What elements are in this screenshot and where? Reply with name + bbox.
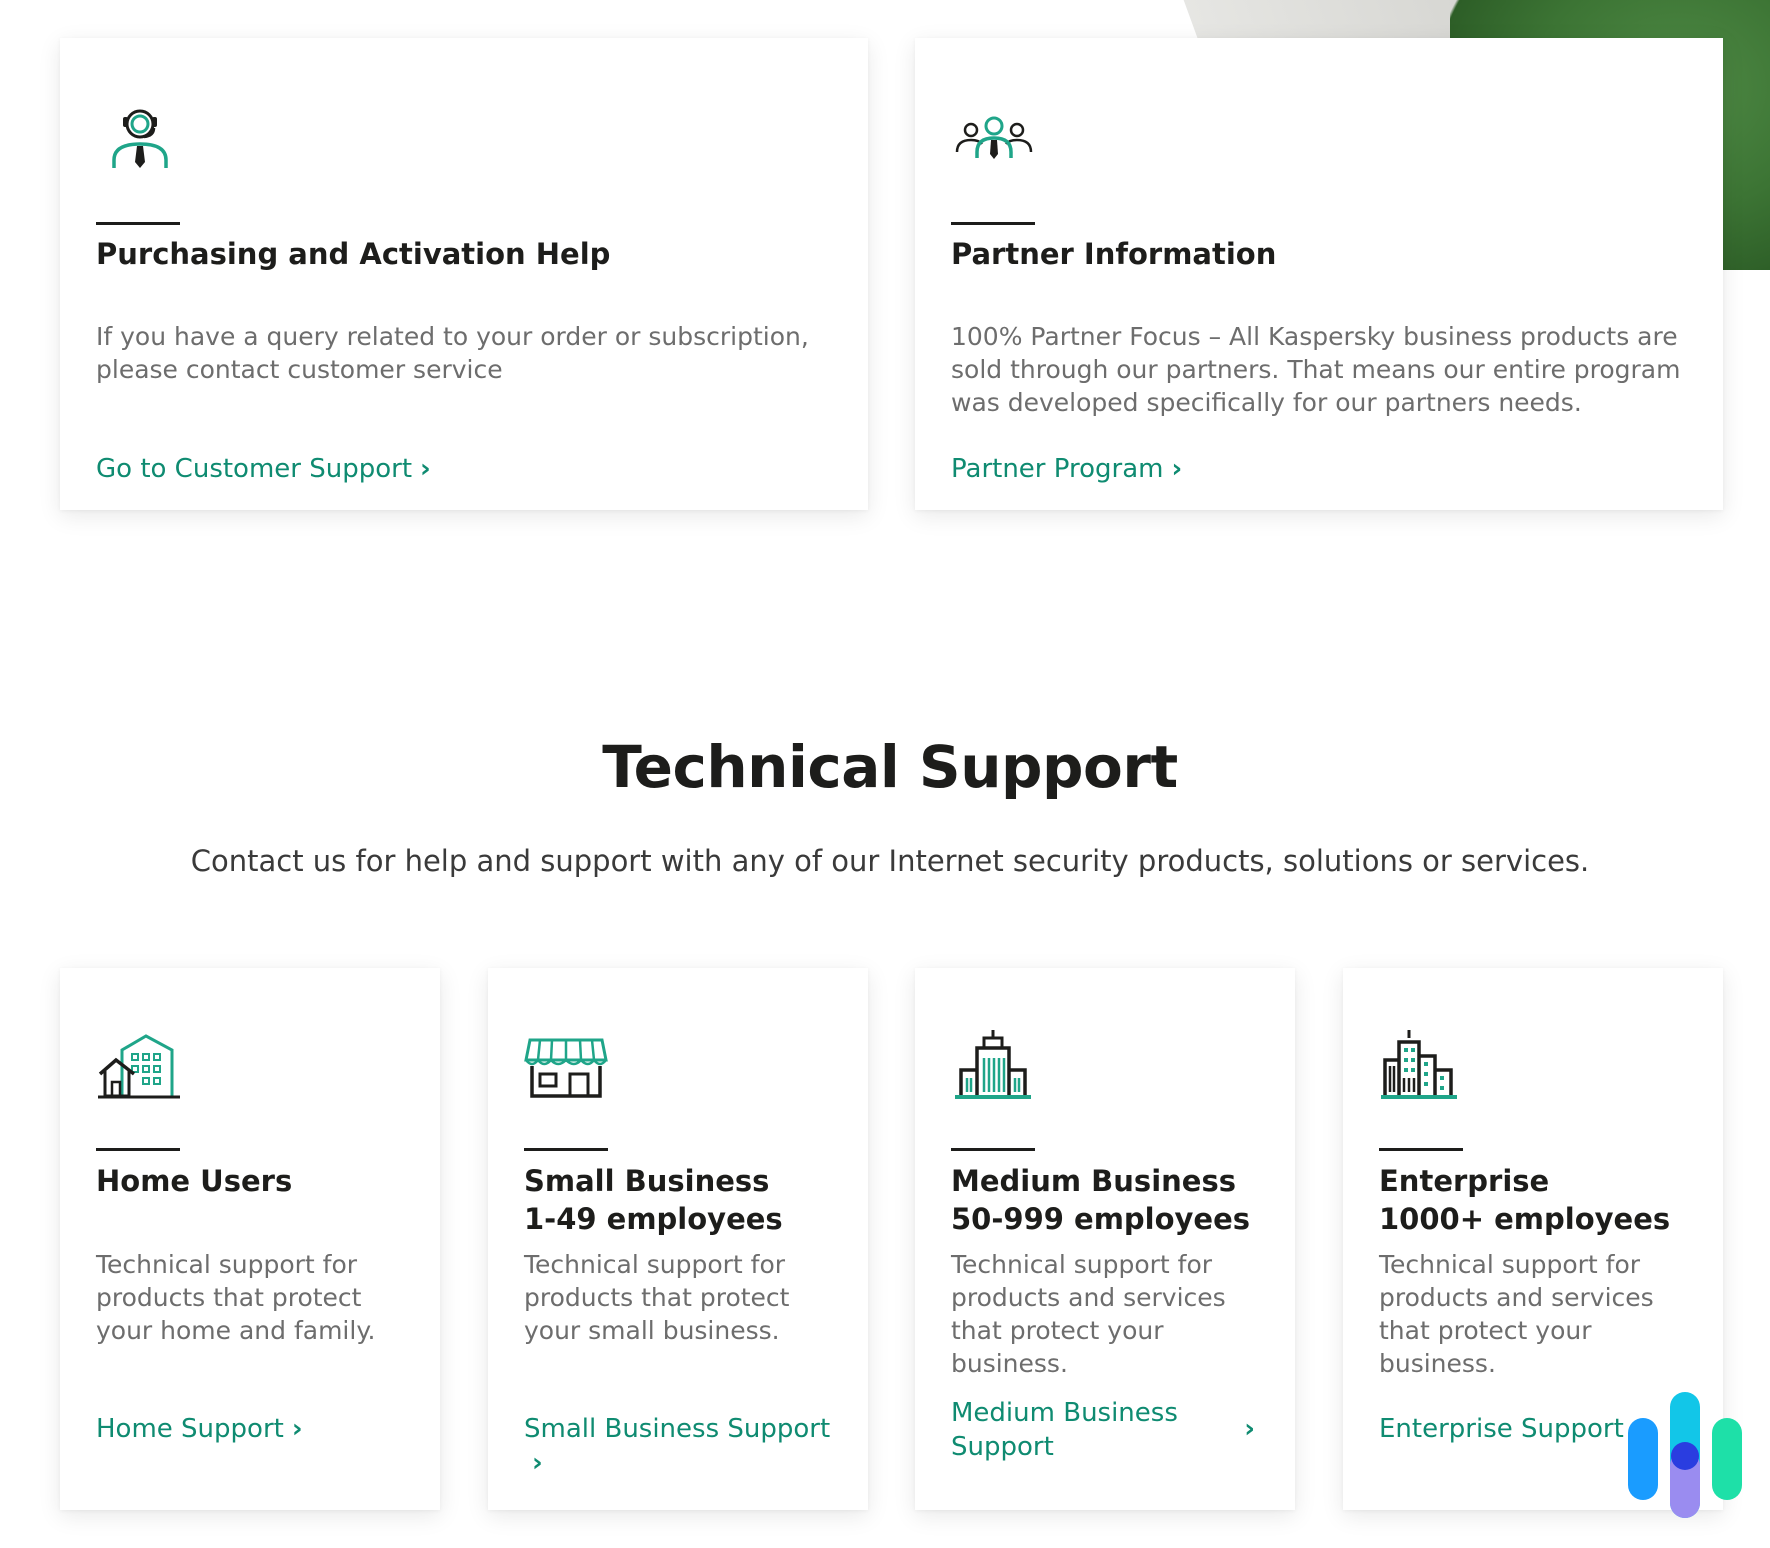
- card-divider: [96, 222, 180, 225]
- section-title: Technical Support: [602, 733, 1178, 801]
- office-tower-icon: [951, 1030, 1041, 1108]
- card-title: Medium Business 50-999 employees: [951, 1162, 1275, 1238]
- chevron-right-icon: ›: [1244, 1414, 1255, 1444]
- card-divider: [1379, 1148, 1463, 1151]
- home-support-link[interactable]: Home Support ›: [96, 1412, 410, 1446]
- section-subtitle: Contact us for help and support with any…: [190, 844, 1590, 878]
- card-title: Purchasing and Activation Help: [96, 237, 611, 271]
- card-title-line2: 1000+ employees: [1379, 1202, 1671, 1236]
- go-to-customer-support-link[interactable]: Go to Customer Support ›: [96, 451, 431, 487]
- storefront-icon: [524, 1030, 614, 1108]
- link-label: Home Support: [96, 1414, 284, 1444]
- support-agent-icon: [96, 104, 186, 188]
- link-label: Small Business Support: [524, 1414, 831, 1444]
- card-divider: [524, 1148, 608, 1151]
- chevron-right-icon: ›: [291, 1414, 303, 1444]
- city-skyline-icon: [1379, 1030, 1469, 1108]
- card-title-line1: Home Users: [96, 1164, 293, 1198]
- card-divider: [951, 222, 1035, 225]
- card-description: Technical support for products that prot…: [96, 1250, 376, 1345]
- card-divider: [96, 1148, 180, 1151]
- link-label: Enterprise Support: [1379, 1414, 1624, 1444]
- small-business-support-link[interactable]: Small Business Support ›: [524, 1412, 838, 1480]
- card-medium-business: Medium Business 50-999 employees Technic…: [915, 968, 1295, 1510]
- card-title: Small Business 1-49 employees: [524, 1162, 848, 1238]
- card-title-line2: 1-49 employees: [524, 1202, 783, 1236]
- card-partner-information: Partner Information 100% Partner Focus –…: [915, 38, 1723, 510]
- chevron-right-icon: ›: [420, 454, 431, 484]
- card-title-line1: Medium Business: [951, 1164, 1236, 1198]
- card-title: Enterprise 1000+ employees: [1379, 1162, 1703, 1238]
- card-title-line1: Small Business: [524, 1164, 770, 1198]
- card-divider: [951, 1148, 1035, 1151]
- medium-business-support-link[interactable]: Medium Business Support ›: [951, 1396, 1265, 1464]
- card-title-line2: 50-999 employees: [951, 1202, 1251, 1236]
- brand-logo-icon: [1624, 1390, 1744, 1524]
- card-title-line1: Enterprise: [1379, 1164, 1550, 1198]
- card-description: Technical support for products that prot…: [524, 1250, 790, 1345]
- card-description: Technical support for products and servi…: [1379, 1250, 1654, 1378]
- card-small-business: Small Business 1-49 employees Technical …: [488, 968, 868, 1510]
- home-building-icon: [96, 1030, 186, 1108]
- card-description: 100% Partner Focus – All Kaspersky busin…: [951, 322, 1681, 417]
- partner-program-link[interactable]: Partner Program ›: [951, 451, 1182, 487]
- link-label: Go to Customer Support: [96, 454, 413, 484]
- link-label: Partner Program: [951, 454, 1164, 484]
- chevron-right-icon: ›: [1171, 454, 1183, 484]
- chevron-right-icon: ›: [532, 1448, 543, 1478]
- card-description: If you have a query related to your orde…: [96, 322, 809, 384]
- card-home-users: Home Users Technical support for product…: [60, 968, 440, 1510]
- card-title: Partner Information: [951, 237, 1277, 271]
- card-title: Home Users: [96, 1162, 420, 1200]
- link-label: Medium Business Support: [951, 1398, 1178, 1462]
- card-description: Technical support for products and servi…: [951, 1250, 1226, 1378]
- partners-group-icon: [951, 104, 1041, 188]
- card-purchasing-help: Purchasing and Activation Help If you ha…: [60, 38, 868, 510]
